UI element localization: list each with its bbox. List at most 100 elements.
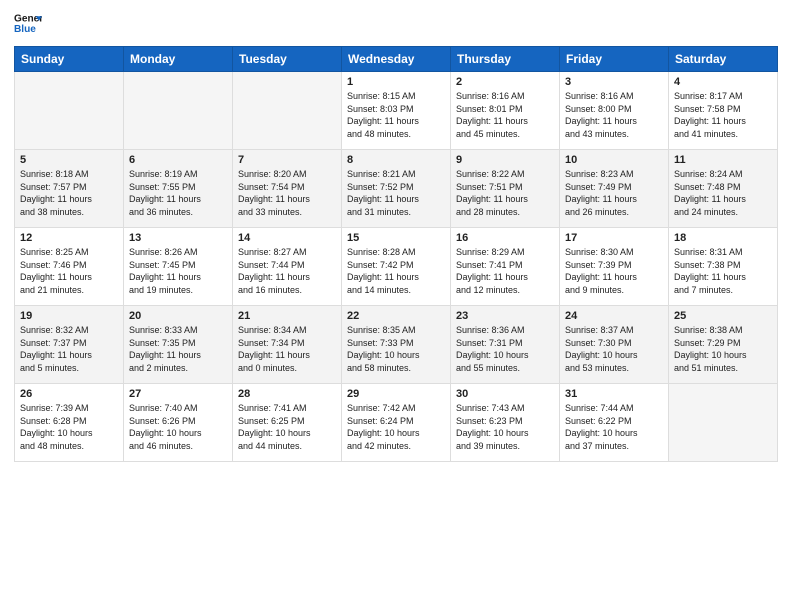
page-header: General Blue bbox=[14, 10, 778, 38]
calendar-day-cell: 26 Sunrise: 7:39 AMSunset: 6:28 PMDayligh… bbox=[15, 384, 124, 462]
calendar-day-cell: 30 Sunrise: 7:43 AMSunset: 6:23 PMDayligh… bbox=[451, 384, 560, 462]
calendar-day-cell: 11Sunrise: 8:24 AMSunset: 7:48 PMDayligh… bbox=[669, 150, 778, 228]
day-number: 27 bbox=[129, 388, 227, 400]
calendar-day-cell: 9 Sunrise: 8:22 AMSunset: 7:51 PMDaylight… bbox=[451, 150, 560, 228]
day-info: Sunrise: 8:23 AMSunset: 7:49 PMDaylight:… bbox=[565, 168, 663, 218]
calendar-week-row: 26 Sunrise: 7:39 AMSunset: 6:28 PMDayligh… bbox=[15, 384, 778, 462]
day-info: Sunrise: 8:28 AMSunset: 7:42 PMDaylight:… bbox=[347, 246, 445, 296]
day-info: Sunrise: 8:38 AMSunset: 7:29 PMDaylight:… bbox=[674, 324, 772, 374]
calendar-day-cell: 5 Sunrise: 8:18 AMSunset: 7:57 PMDaylight… bbox=[15, 150, 124, 228]
day-info: Sunrise: 8:21 AMSunset: 7:52 PMDaylight:… bbox=[347, 168, 445, 218]
calendar-week-row: 19 Sunrise: 8:32 AMSunset: 7:37 PMDayligh… bbox=[15, 306, 778, 384]
day-number: 10 bbox=[565, 154, 663, 166]
calendar-day-cell bbox=[15, 72, 124, 150]
calendar-day-cell bbox=[669, 384, 778, 462]
col-header-friday: Friday bbox=[560, 47, 669, 72]
day-number: 18 bbox=[674, 232, 772, 244]
day-info: Sunrise: 8:22 AMSunset: 7:51 PMDaylight:… bbox=[456, 168, 554, 218]
day-number: 23 bbox=[456, 310, 554, 322]
svg-text:Blue: Blue bbox=[14, 24, 36, 35]
calendar-day-cell: 17Sunrise: 8:30 AMSunset: 7:39 PMDayligh… bbox=[560, 228, 669, 306]
day-info: Sunrise: 7:41 AMSunset: 6:25 PMDaylight:… bbox=[238, 402, 336, 452]
calendar-day-cell: 28 Sunrise: 7:41 AMSunset: 6:25 PMDayligh… bbox=[233, 384, 342, 462]
calendar-header-row: SundayMondayTuesdayWednesdayThursdayFrid… bbox=[15, 47, 778, 72]
calendar-day-cell: 31 Sunrise: 7:44 AMSunset: 6:22 PMDayligh… bbox=[560, 384, 669, 462]
day-number: 30 bbox=[456, 388, 554, 400]
day-info: Sunrise: 8:35 AMSunset: 7:33 PMDaylight:… bbox=[347, 324, 445, 374]
calendar-day-cell: 4 Sunrise: 8:17 AMSunset: 7:58 PMDaylight… bbox=[669, 72, 778, 150]
calendar-day-cell: 23Sunrise: 8:36 AMSunset: 7:31 PMDayligh… bbox=[451, 306, 560, 384]
calendar-day-cell bbox=[233, 72, 342, 150]
day-info: Sunrise: 8:37 AMSunset: 7:30 PMDaylight:… bbox=[565, 324, 663, 374]
day-number: 14 bbox=[238, 232, 336, 244]
day-number: 16 bbox=[456, 232, 554, 244]
day-number: 26 bbox=[20, 388, 118, 400]
day-info: Sunrise: 8:27 AMSunset: 7:44 PMDaylight:… bbox=[238, 246, 336, 296]
day-number: 31 bbox=[565, 388, 663, 400]
day-number: 6 bbox=[129, 154, 227, 166]
calendar-day-cell: 20 Sunrise: 8:33 AMSunset: 7:35 PMDayligh… bbox=[124, 306, 233, 384]
day-number: 5 bbox=[20, 154, 118, 166]
calendar-day-cell: 24 Sunrise: 8:37 AMSunset: 7:30 PMDayligh… bbox=[560, 306, 669, 384]
day-number: 21 bbox=[238, 310, 336, 322]
day-info: Sunrise: 7:40 AMSunset: 6:26 PMDaylight:… bbox=[129, 402, 227, 452]
day-info: Sunrise: 7:43 AMSunset: 6:23 PMDaylight:… bbox=[456, 402, 554, 452]
day-info: Sunrise: 7:39 AMSunset: 6:28 PMDaylight:… bbox=[20, 402, 118, 452]
day-info: Sunrise: 8:25 AMSunset: 7:46 PMDaylight:… bbox=[20, 246, 118, 296]
day-number: 19 bbox=[20, 310, 118, 322]
day-info: Sunrise: 8:19 AMSunset: 7:55 PMDaylight:… bbox=[129, 168, 227, 218]
day-info: Sunrise: 7:42 AMSunset: 6:24 PMDaylight:… bbox=[347, 402, 445, 452]
day-number: 17 bbox=[565, 232, 663, 244]
day-info: Sunrise: 8:34 AMSunset: 7:34 PMDaylight:… bbox=[238, 324, 336, 374]
day-number: 3 bbox=[565, 76, 663, 88]
calendar-day-cell: 8 Sunrise: 8:21 AMSunset: 7:52 PMDaylight… bbox=[342, 150, 451, 228]
day-number: 24 bbox=[565, 310, 663, 322]
calendar-day-cell: 7 Sunrise: 8:20 AMSunset: 7:54 PMDaylight… bbox=[233, 150, 342, 228]
day-info: Sunrise: 8:17 AMSunset: 7:58 PMDaylight:… bbox=[674, 90, 772, 140]
calendar-day-cell: 13 Sunrise: 8:26 AMSunset: 7:45 PMDayligh… bbox=[124, 228, 233, 306]
calendar-day-cell: 10 Sunrise: 8:23 AMSunset: 7:49 PMDayligh… bbox=[560, 150, 669, 228]
calendar-day-cell: 21 Sunrise: 8:34 AMSunset: 7:34 PMDayligh… bbox=[233, 306, 342, 384]
calendar-day-cell: 19 Sunrise: 8:32 AMSunset: 7:37 PMDayligh… bbox=[15, 306, 124, 384]
day-number: 4 bbox=[674, 76, 772, 88]
calendar-day-cell: 12 Sunrise: 8:25 AMSunset: 7:46 PMDayligh… bbox=[15, 228, 124, 306]
calendar-day-cell: 16 Sunrise: 8:29 AMSunset: 7:41 PMDayligh… bbox=[451, 228, 560, 306]
calendar-day-cell: 22 Sunrise: 8:35 AMSunset: 7:33 PMDayligh… bbox=[342, 306, 451, 384]
calendar-day-cell: 1 Sunrise: 8:15 AMSunset: 8:03 PMDaylight… bbox=[342, 72, 451, 150]
day-number: 8 bbox=[347, 154, 445, 166]
day-info: Sunrise: 8:32 AMSunset: 7:37 PMDaylight:… bbox=[20, 324, 118, 374]
day-info: Sunrise: 8:26 AMSunset: 7:45 PMDaylight:… bbox=[129, 246, 227, 296]
day-info: Sunrise: 8:18 AMSunset: 7:57 PMDaylight:… bbox=[20, 168, 118, 218]
col-header-monday: Monday bbox=[124, 47, 233, 72]
day-number: 7 bbox=[238, 154, 336, 166]
calendar-day-cell: 15 Sunrise: 8:28 AMSunset: 7:42 PMDayligh… bbox=[342, 228, 451, 306]
logo-icon: General Blue bbox=[14, 10, 42, 38]
day-info: Sunrise: 7:44 AMSunset: 6:22 PMDaylight:… bbox=[565, 402, 663, 452]
calendar-day-cell: 3 Sunrise: 8:16 AMSunset: 8:00 PMDaylight… bbox=[560, 72, 669, 150]
calendar-week-row: 5 Sunrise: 8:18 AMSunset: 7:57 PMDaylight… bbox=[15, 150, 778, 228]
day-info: Sunrise: 8:16 AMSunset: 8:00 PMDaylight:… bbox=[565, 90, 663, 140]
col-header-saturday: Saturday bbox=[669, 47, 778, 72]
day-number: 12 bbox=[20, 232, 118, 244]
day-number: 15 bbox=[347, 232, 445, 244]
col-header-tuesday: Tuesday bbox=[233, 47, 342, 72]
calendar-day-cell: 14 Sunrise: 8:27 AMSunset: 7:44 PMDayligh… bbox=[233, 228, 342, 306]
logo: General Blue bbox=[14, 10, 42, 38]
calendar-week-row: 1 Sunrise: 8:15 AMSunset: 8:03 PMDaylight… bbox=[15, 72, 778, 150]
col-header-sunday: Sunday bbox=[15, 47, 124, 72]
day-number: 13 bbox=[129, 232, 227, 244]
day-number: 9 bbox=[456, 154, 554, 166]
day-number: 28 bbox=[238, 388, 336, 400]
calendar-day-cell: 2Sunrise: 8:16 AMSunset: 8:01 PMDaylight… bbox=[451, 72, 560, 150]
day-info: Sunrise: 8:33 AMSunset: 7:35 PMDaylight:… bbox=[129, 324, 227, 374]
day-info: Sunrise: 8:29 AMSunset: 7:41 PMDaylight:… bbox=[456, 246, 554, 296]
day-info: Sunrise: 8:15 AMSunset: 8:03 PMDaylight:… bbox=[347, 90, 445, 140]
calendar-day-cell: 6 Sunrise: 8:19 AMSunset: 7:55 PMDaylight… bbox=[124, 150, 233, 228]
day-number: 20 bbox=[129, 310, 227, 322]
calendar-table: SundayMondayTuesdayWednesdayThursdayFrid… bbox=[14, 46, 778, 462]
calendar-day-cell: 25Sunrise: 8:38 AMSunset: 7:29 PMDayligh… bbox=[669, 306, 778, 384]
day-number: 11 bbox=[674, 154, 772, 166]
day-number: 22 bbox=[347, 310, 445, 322]
day-info: Sunrise: 8:20 AMSunset: 7:54 PMDaylight:… bbox=[238, 168, 336, 218]
day-number: 1 bbox=[347, 76, 445, 88]
